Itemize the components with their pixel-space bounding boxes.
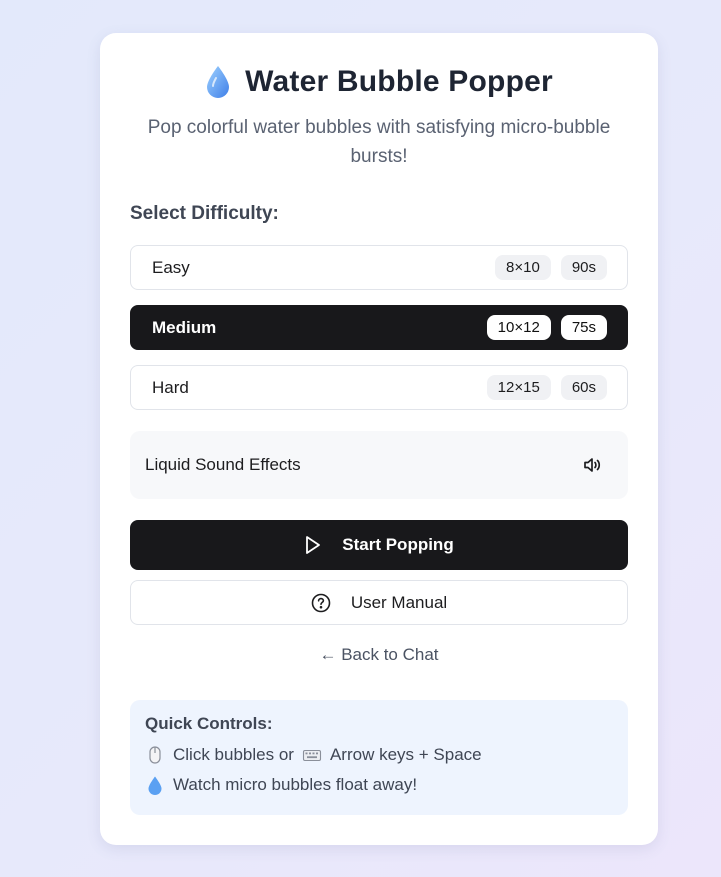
difficulty-name: Hard <box>152 377 189 397</box>
grid-size-badge: 10×12 <box>486 315 551 340</box>
start-popping-label: Start Popping <box>342 535 454 554</box>
help-circle-icon <box>311 593 331 612</box>
keyboard-icon <box>302 749 322 762</box>
time-limit-badge: 90s <box>560 255 607 280</box>
sound-toggle-button[interactable] <box>580 453 604 477</box>
subtitle: Pop colorful water bubbles with satisfyi… <box>147 117 611 167</box>
grid-size-badge: 8×10 <box>495 255 551 280</box>
difficulty-name: Medium <box>152 317 217 337</box>
difficulty-option-medium[interactable]: Medium 10×12 75s <box>130 305 628 350</box>
difficulty-option-hard[interactable]: Hard 12×15 60s <box>130 365 628 410</box>
speaker-icon <box>584 458 601 472</box>
quick-controls-panel: Quick Controls: Click bubbles or Arrow k… <box>130 700 628 815</box>
title-text: Water Bubble Popper <box>245 65 553 98</box>
sound-effects-label: Liquid Sound Effects <box>145 455 301 474</box>
difficulty-label: Select Difficulty: <box>130 203 279 224</box>
user-manual-label: User Manual <box>350 592 448 612</box>
start-popping-button[interactable]: Start Popping <box>130 520 628 570</box>
time-limit-badge: 60s <box>560 375 607 400</box>
difficulty-option-easy[interactable]: Easy 8×10 90s <box>130 245 628 290</box>
controls-click-text: Click bubbles or <box>173 745 294 764</box>
controls-line-input: Click bubbles or Arrow keys + Space <box>145 740 613 770</box>
water-drop-icon <box>148 776 162 795</box>
page-title: Water Bubble Popper <box>100 61 658 103</box>
mouse-icon <box>149 746 161 764</box>
user-manual-button[interactable]: User Manual <box>130 580 628 625</box>
play-icon <box>306 536 321 554</box>
back-to-chat-link[interactable]: ← Back to Chat <box>100 645 658 665</box>
time-limit-badge: 75s <box>560 315 607 340</box>
controls-watch-text: Watch micro bubbles float away! <box>173 775 418 794</box>
controls-keys-text: Arrow keys + Space <box>329 745 482 764</box>
quick-controls-heading: Quick Controls: <box>145 714 273 733</box>
controls-line-watch: Watch micro bubbles float away! <box>145 770 613 800</box>
difficulty-name: Easy <box>152 257 190 277</box>
sound-effects-panel: Liquid Sound Effects <box>130 431 628 499</box>
water-drop-icon <box>207 66 230 98</box>
game-menu-card: Water Bubble Popper Pop colorful water b… <box>100 33 658 845</box>
grid-size-badge: 12×15 <box>486 375 551 400</box>
